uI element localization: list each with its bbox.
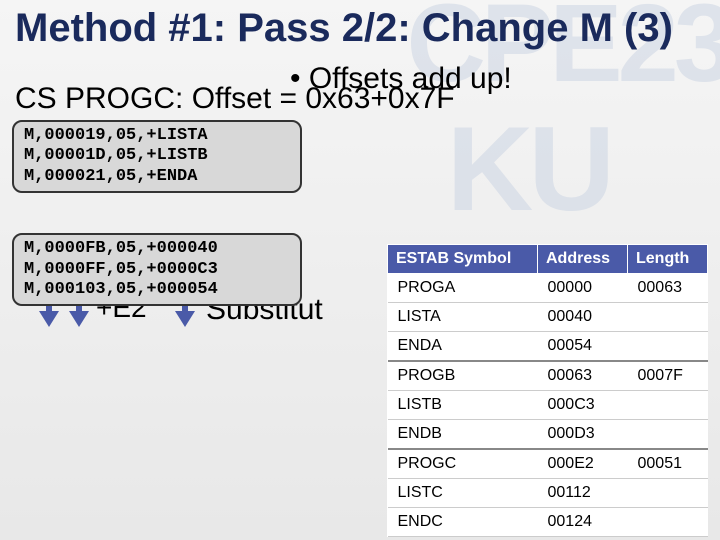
table-row: LISTB 000C3 <box>388 391 708 420</box>
cell: 00063 <box>628 274 708 303</box>
table-row: ENDC 00124 <box>388 508 708 537</box>
watermark-ku: KU <box>447 100 610 238</box>
cell: 00112 <box>538 479 628 508</box>
cell: 00124 <box>538 508 628 537</box>
cell: PROGC <box>388 449 538 479</box>
estab-table: ESTAB Symbol Address Length PROGA 00000 … <box>387 244 708 537</box>
table-row: PROGC 000E2 00051 <box>388 449 708 479</box>
code-line: M,0000FF,05,+0000C3 <box>24 260 290 280</box>
cell: 00051 <box>628 449 708 479</box>
cell: 00063 <box>538 361 628 391</box>
cell <box>628 332 708 362</box>
th-symbol: ESTAB Symbol <box>388 245 538 274</box>
cell: PROGA <box>388 274 538 303</box>
cell <box>628 391 708 420</box>
cell: 000E2 <box>538 449 628 479</box>
cell: ENDC <box>388 508 538 537</box>
code-box-before: M,000019,05,+LISTA M,00001D,05,+LISTB M,… <box>12 120 302 193</box>
code-line: M,000019,05,+LISTA <box>24 126 290 146</box>
code-line: M,00001D,05,+LISTB <box>24 146 290 166</box>
cell: 00000 <box>538 274 628 303</box>
code-line: M,0000FB,05,+000040 <box>24 239 290 259</box>
cell <box>628 420 708 450</box>
table-row: ENDB 000D3 <box>388 420 708 450</box>
cell <box>628 479 708 508</box>
cell: LISTA <box>388 303 538 332</box>
table-row: LISTC 00112 <box>388 479 708 508</box>
cell: 00054 <box>538 332 628 362</box>
table-row: PROGA 00000 00063 <box>388 274 708 303</box>
cell: 000D3 <box>538 420 628 450</box>
cell: 00040 <box>538 303 628 332</box>
offset-equation: CS PROGC: Offset = 0x63+0x7F <box>0 82 720 116</box>
table-row: PROGB 00063 0007F <box>388 361 708 391</box>
code-line: M,000103,05,+000054 <box>24 280 290 300</box>
table-header-row: ESTAB Symbol Address Length <box>388 245 708 274</box>
code-line: M,000021,05,+ENDA <box>24 167 290 187</box>
slide-title: Method #1: Pass 2/2: Change M (3) <box>0 0 720 50</box>
cell: LISTB <box>388 391 538 420</box>
cell: ENDB <box>388 420 538 450</box>
code-box-after: M,0000FB,05,+000040 M,0000FF,05,+0000C3 … <box>12 233 302 306</box>
table-row: ENDA 00054 <box>388 332 708 362</box>
cell: 0007F <box>628 361 708 391</box>
th-address: Address <box>538 245 628 274</box>
cell <box>628 303 708 332</box>
table-row: LISTA 00040 <box>388 303 708 332</box>
cell: ENDA <box>388 332 538 362</box>
cell <box>628 508 708 537</box>
cell: PROGB <box>388 361 538 391</box>
cell: LISTC <box>388 479 538 508</box>
cell: 000C3 <box>538 391 628 420</box>
th-length: Length <box>628 245 708 274</box>
